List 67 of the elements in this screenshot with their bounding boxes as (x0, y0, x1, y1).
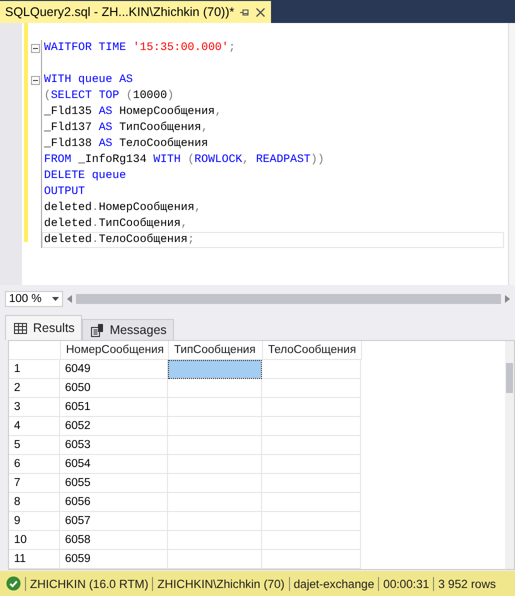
table-cell[interactable]: 6049 (60, 360, 168, 379)
result-tab[interactable]: Results (5, 315, 82, 340)
table-cell[interactable]: 6056 (60, 493, 168, 512)
grid-scrollbar[interactable] (505, 341, 514, 569)
scroll-right-icon[interactable] (505, 295, 510, 303)
table-cell[interactable] (168, 398, 262, 417)
dropdown-caret-icon (52, 297, 59, 301)
horizontal-scrollbar[interactable] (67, 291, 510, 307)
code-line: _Fld138 AS ТелоСообщения (43, 136, 210, 152)
table-cell[interactable] (168, 455, 262, 474)
table-cell[interactable] (168, 550, 262, 569)
code-line: FROM _InfoRg134 WITH (ROWLOCK, READPAST)) (43, 152, 326, 168)
table-cell[interactable] (262, 531, 361, 550)
status-item: 3 952 rows (433, 576, 500, 590)
table-cell[interactable] (262, 379, 361, 398)
table-cell[interactable] (168, 493, 262, 512)
code-line: OUTPUT (43, 185, 86, 200)
table-cell[interactable] (262, 398, 361, 417)
table-cell[interactable]: 6051 (60, 398, 168, 417)
code-line: _Fld137 AS ТипСообщения, (43, 120, 210, 136)
table-cell[interactable] (168, 360, 262, 379)
code-line: deleted.ТипСообщения, (43, 216, 189, 232)
code-line: _Fld135 AS НомерСообщения, (43, 104, 223, 120)
code-line: WITH queue AS (43, 73, 134, 88)
table-cell[interactable]: 6055 (60, 474, 168, 493)
table-cell[interactable] (168, 512, 262, 531)
vertical-scrollbar[interactable] (508, 23, 515, 285)
table-cell[interactable] (262, 550, 361, 569)
table-cell[interactable] (262, 417, 361, 436)
grid-corner-header (9, 341, 61, 360)
zoom-dropdown[interactable]: 100 % (5, 291, 63, 307)
pin-icon[interactable] (240, 8, 250, 16)
table-cell[interactable] (168, 436, 262, 455)
document-icon (90, 324, 104, 336)
table-cell[interactable] (262, 493, 361, 512)
table-cell[interactable] (168, 379, 262, 398)
table-cell[interactable]: 6050 (60, 379, 168, 398)
code-line: WAITFOR TIME '15:35:00.000'; (43, 40, 236, 56)
table-cell[interactable]: 6052 (60, 417, 168, 436)
grid-icon (14, 322, 27, 334)
table-cell[interactable] (168, 531, 262, 550)
table-cell[interactable]: 6059 (60, 550, 168, 569)
document-tab[interactable]: SQLQuery2.sql - ZH...KIN\Zhichkin (70))* (0, 1, 272, 23)
status-item: dajet-exchange (288, 576, 378, 590)
document-title: SQLQuery2.sql - ZH...KIN\Zhichkin (70))* (5, 5, 234, 19)
code-line: DELETE queue (43, 169, 128, 184)
status-item: 00:00:31 (378, 576, 434, 590)
table-cell[interactable]: 6058 (60, 531, 168, 550)
table-cell[interactable] (262, 474, 361, 493)
status-item: ZHICHKIN (16.0 RTM) (25, 576, 152, 590)
code-line: (SELECT TOP (10000) (43, 88, 175, 104)
table-cell[interactable]: 6057 (60, 512, 168, 531)
table-cell[interactable]: 6053 (60, 436, 168, 455)
status-item: ZHICHKIN\Zhichkin (70) (152, 576, 289, 590)
table-cell[interactable] (168, 417, 262, 436)
collapse-icon[interactable] (31, 44, 40, 52)
table-cell[interactable] (262, 360, 361, 379)
code-line: deleted.НомерСообщения, (43, 200, 202, 216)
scroll-left-icon[interactable] (67, 295, 72, 303)
close-icon[interactable] (256, 8, 266, 16)
result-tab[interactable]: Messages (82, 319, 174, 340)
table-cell[interactable] (262, 455, 361, 474)
collapse-icon[interactable] (31, 76, 40, 84)
table-cell[interactable] (262, 436, 361, 455)
table-cell[interactable]: 6054 (60, 455, 168, 474)
table-cell[interactable] (168, 474, 262, 493)
table-cell[interactable] (262, 512, 361, 531)
